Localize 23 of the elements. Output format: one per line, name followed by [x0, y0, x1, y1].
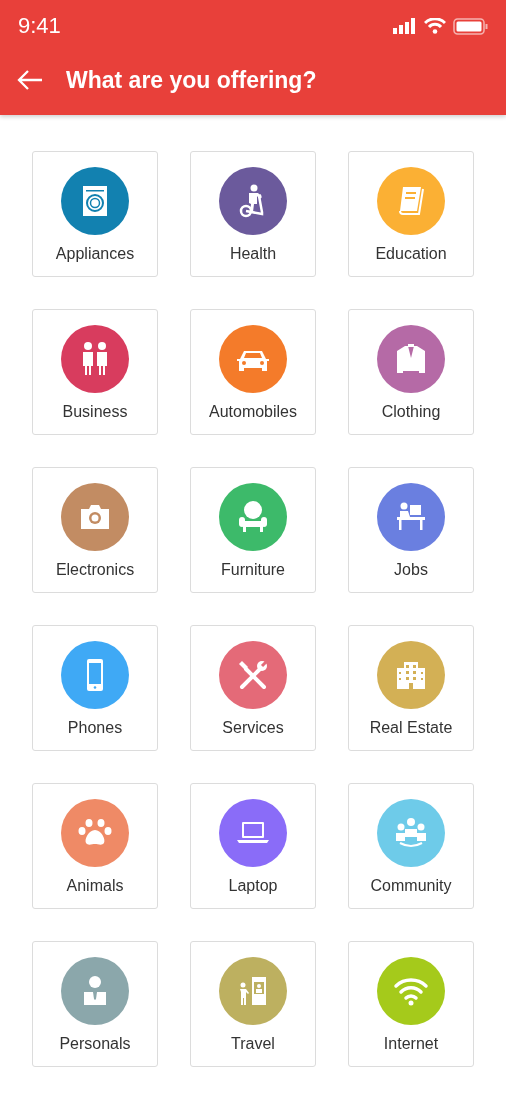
category-tile[interactable]: Phones [32, 625, 158, 751]
category-tile[interactable]: Travel [190, 941, 316, 1067]
category-tile[interactable]: Appliances [32, 151, 158, 277]
category-tile[interactable]: Personals [32, 941, 158, 1067]
category-tile[interactable]: Community [348, 783, 474, 909]
battery-icon [453, 17, 488, 35]
category-tile[interactable]: Services [190, 625, 316, 751]
category-tile[interactable]: Electronics [32, 467, 158, 593]
category-tile[interactable]: Internet [348, 941, 474, 1067]
status-time: 9:41 [18, 13, 61, 39]
category-tile[interactable]: Education [348, 151, 474, 277]
category-tile[interactable]: Automobiles [190, 309, 316, 435]
category-tile[interactable]: Clothing [348, 309, 474, 435]
category-tile[interactable]: Laptop [190, 783, 316, 909]
category-tile[interactable]: Jobs [348, 467, 474, 593]
category-tile[interactable]: Health [190, 151, 316, 277]
category-tile[interactable]: Real Estate [348, 625, 474, 751]
category-tile[interactable]: Furniture [190, 467, 316, 593]
wifi-icon [424, 18, 446, 34]
category-tile[interactable]: Animals [32, 783, 158, 909]
category-tile[interactable]: Business [32, 309, 158, 435]
signal-icon [393, 18, 417, 34]
page-title: What are you offering? [66, 66, 317, 94]
